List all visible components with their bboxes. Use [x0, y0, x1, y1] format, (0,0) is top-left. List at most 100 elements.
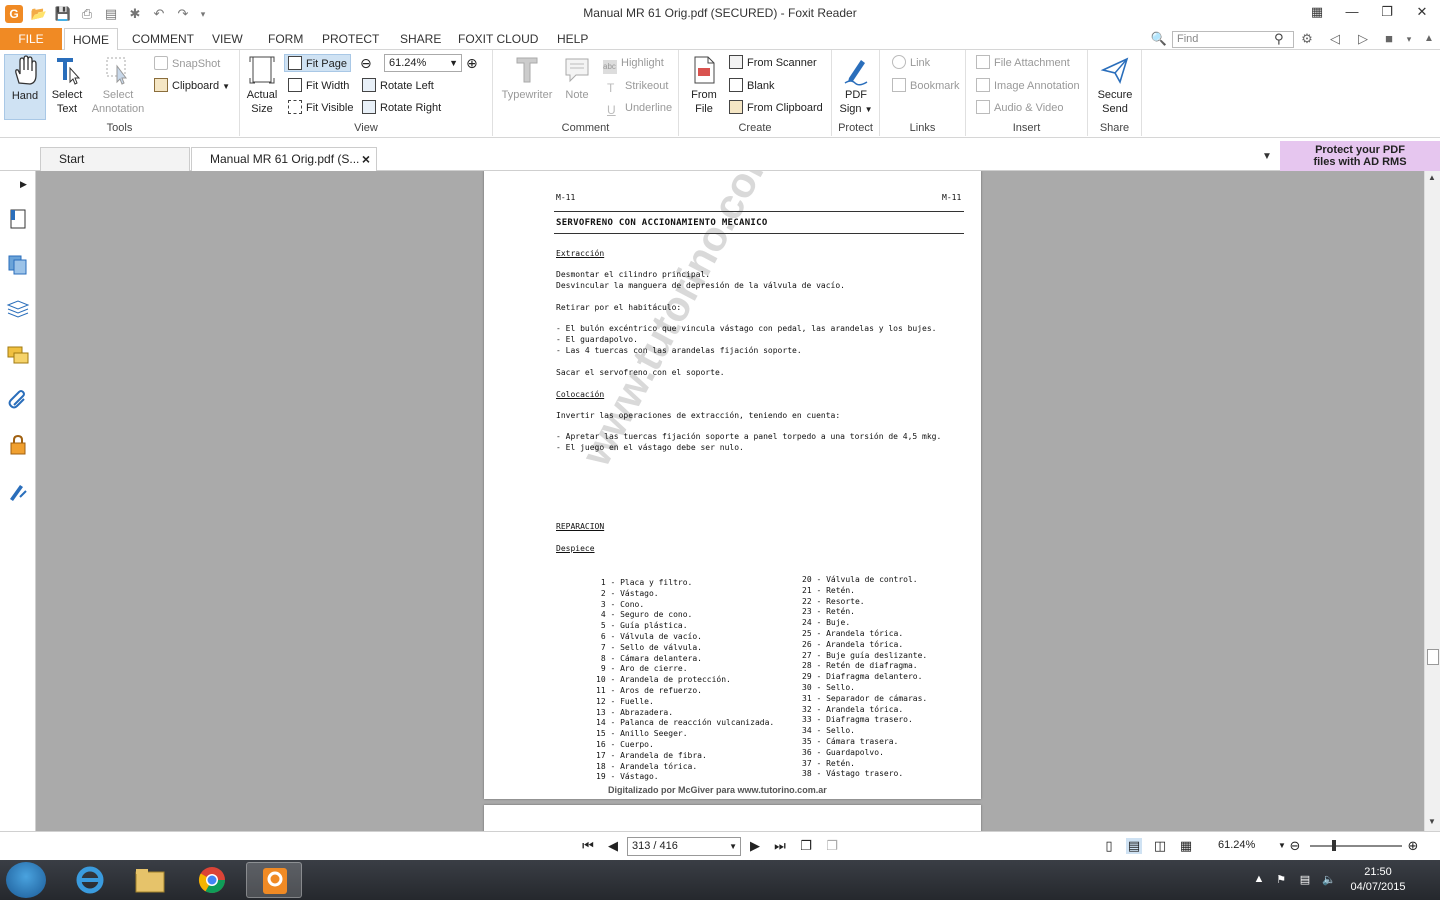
file-explorer-icon[interactable] — [122, 862, 178, 898]
tab-start[interactable]: Start — [40, 147, 190, 171]
strikeout-button[interactable]: T Strikeout — [607, 77, 668, 95]
expand-panel-icon[interactable]: ▶ — [20, 179, 27, 190]
tab-help[interactable]: HELP — [549, 28, 596, 50]
tab-form[interactable]: FORM — [260, 28, 311, 50]
ad-rms-promo-banner[interactable]: Protect your PDF files with AD RMS — [1280, 141, 1440, 171]
actual-size-button[interactable]: Actual Size — [244, 54, 280, 116]
underline-button[interactable]: U Underline — [607, 99, 672, 117]
foxit-reader-taskbar-icon[interactable] — [246, 862, 302, 898]
from-scanner-button[interactable]: From Scanner — [729, 54, 817, 72]
status-zoom-in-icon[interactable]: ⊕ — [1405, 838, 1421, 854]
typewriter-button[interactable]: Typewriter — [499, 54, 555, 102]
user-dropdown-icon[interactable]: ▾ — [1400, 31, 1418, 47]
select-text-button[interactable]: Select Text — [48, 54, 86, 116]
rotate-left-button[interactable]: Rotate Left — [362, 77, 434, 95]
tab-protect[interactable]: PROTECT — [314, 28, 387, 50]
forward-icon[interactable]: ▷ — [1354, 31, 1372, 47]
tab-foxit-cloud[interactable]: FOXIT CLOUD — [450, 28, 546, 50]
secure-send-button[interactable]: Secure Send — [1094, 54, 1136, 116]
next-page-icon[interactable]: ▶ — [747, 838, 763, 854]
link-button[interactable]: Link — [892, 54, 930, 72]
pages-icon[interactable] — [6, 253, 30, 277]
hand-button[interactable]: Hand — [4, 54, 46, 120]
scroll-up-icon[interactable]: ▲ — [1428, 173, 1436, 182]
system-clock[interactable]: 21:50 04/07/2015 — [1348, 865, 1408, 895]
pdf-sign-button[interactable]: PDF Sign ▼ — [838, 54, 874, 117]
document-viewport[interactable]: www.tutorino.com.ar M-11 M-11 SERVOFRENO… — [36, 171, 1424, 831]
tab-home[interactable]: HOME — [64, 28, 118, 51]
menu-file[interactable]: FILE — [0, 28, 62, 50]
tab-document[interactable]: Manual MR 61 Orig.pdf (S... × — [191, 147, 377, 172]
close-tab-icon[interactable]: × — [362, 148, 370, 170]
gear-icon[interactable]: ⚙ — [1298, 31, 1316, 47]
ribbon-options-icon[interactable]: ▦ — [1300, 2, 1334, 22]
zoom-out-icon[interactable]: ⊖ — [360, 54, 372, 72]
search-icon[interactable]: ⚲ — [1274, 31, 1290, 47]
network-icon[interactable]: ▤ — [1298, 873, 1312, 887]
continuous-facing-icon[interactable]: ▦ — [1178, 838, 1194, 854]
actual-size-icon — [249, 56, 275, 84]
facing-page-icon[interactable]: ◫ — [1152, 838, 1168, 854]
highlight-button[interactable]: abc Highlight — [603, 54, 664, 74]
bookmark-button[interactable]: Bookmark — [892, 77, 960, 95]
user-icon[interactable]: ■ — [1380, 31, 1398, 47]
blank-button[interactable]: Blank — [729, 77, 775, 95]
from-file-button[interactable]: From File — [685, 54, 723, 116]
zoom-slider[interactable] — [1310, 840, 1402, 851]
tab-view[interactable]: VIEW — [204, 28, 251, 50]
last-page-icon[interactable]: ⏭ — [772, 838, 788, 854]
chrome-icon[interactable] — [184, 862, 240, 898]
tab-comment[interactable]: COMMENT — [124, 28, 202, 50]
tab-share[interactable]: SHARE — [392, 28, 449, 50]
bookmarks-icon[interactable] — [6, 207, 30, 231]
signatures-icon[interactable] — [6, 479, 30, 503]
close-button[interactable]: ✕ — [1405, 2, 1439, 22]
fit-width-button[interactable]: Fit Width — [288, 77, 349, 95]
previous-view-icon[interactable]: ❐ — [798, 838, 814, 854]
note-button[interactable]: Note — [559, 54, 595, 102]
image-annotation-button[interactable]: Image Annotation — [976, 77, 1080, 95]
back-icon[interactable]: ◁ — [1326, 31, 1344, 47]
first-page-icon[interactable]: ⏮ — [580, 838, 596, 854]
collapse-ribbon-icon[interactable]: ▲ — [1420, 31, 1438, 47]
minimize-button[interactable]: — — [1335, 2, 1369, 22]
rotate-right-button[interactable]: Rotate Right — [362, 99, 441, 117]
tab-list-dropdown-icon[interactable]: ▼ — [1262, 151, 1272, 162]
restore-button[interactable]: ❐ — [1370, 2, 1404, 22]
status-zoom-value[interactable]: 61.24% — [1218, 839, 1255, 851]
from-clipboard-button[interactable]: From Clipboard — [729, 99, 823, 117]
vertical-scrollbar[interactable]: ▲ ▼ — [1424, 171, 1440, 831]
protect-group-label: Protect — [838, 122, 873, 134]
zoom-in-icon[interactable]: ⊕ — [466, 54, 478, 72]
parts-list-item: 37 - Retén. — [802, 758, 855, 768]
continuous-page-icon[interactable]: ▤ — [1126, 838, 1142, 854]
status-zoom-out-icon[interactable]: ⊖ — [1287, 838, 1303, 854]
next-view-icon[interactable]: ❐ — [824, 838, 840, 854]
select-annotation-button[interactable]: Select Annotation — [88, 54, 148, 116]
tray-expand-icon[interactable]: ▲ — [1252, 873, 1266, 887]
start-button[interactable] — [6, 862, 46, 898]
pdf-page[interactable]: www.tutorino.com.ar M-11 M-11 SERVOFRENO… — [484, 171, 981, 799]
previous-page-icon[interactable]: ◀ — [605, 838, 621, 854]
clipboard-button[interactable]: Clipboard ▼ — [154, 77, 230, 95]
zoom-slider-knob[interactable] — [1332, 840, 1336, 851]
file-attachment-button[interactable]: File Attachment — [976, 54, 1070, 72]
attachments-icon[interactable] — [6, 387, 30, 411]
fit-page-button[interactable]: Fit Page — [284, 54, 351, 72]
fit-visible-button[interactable]: Fit Visible — [288, 99, 353, 117]
snapshot-button[interactable]: SnapShot — [154, 55, 220, 73]
next-pdf-page[interactable] — [484, 805, 981, 831]
comments-icon[interactable] — [6, 343, 30, 367]
single-page-icon[interactable]: ▯ — [1101, 838, 1117, 854]
zoom-select[interactable]: 61.24% ▼ — [384, 54, 462, 72]
layers-icon[interactable] — [6, 297, 30, 321]
volume-icon[interactable]: 🔈 — [1322, 873, 1336, 887]
search-folder-icon[interactable]: 🔍 — [1150, 31, 1168, 47]
internet-explorer-icon[interactable] — [62, 862, 118, 898]
action-center-flag-icon[interactable]: ⚑ — [1274, 873, 1288, 887]
page-number-input[interactable]: 313 / 416 ▼ — [627, 837, 741, 856]
audio-video-button[interactable]: Audio & Video — [976, 99, 1064, 117]
scroll-thumb[interactable] — [1427, 649, 1439, 665]
scroll-down-icon[interactable]: ▼ — [1428, 817, 1436, 826]
security-lock-icon[interactable] — [6, 433, 30, 457]
